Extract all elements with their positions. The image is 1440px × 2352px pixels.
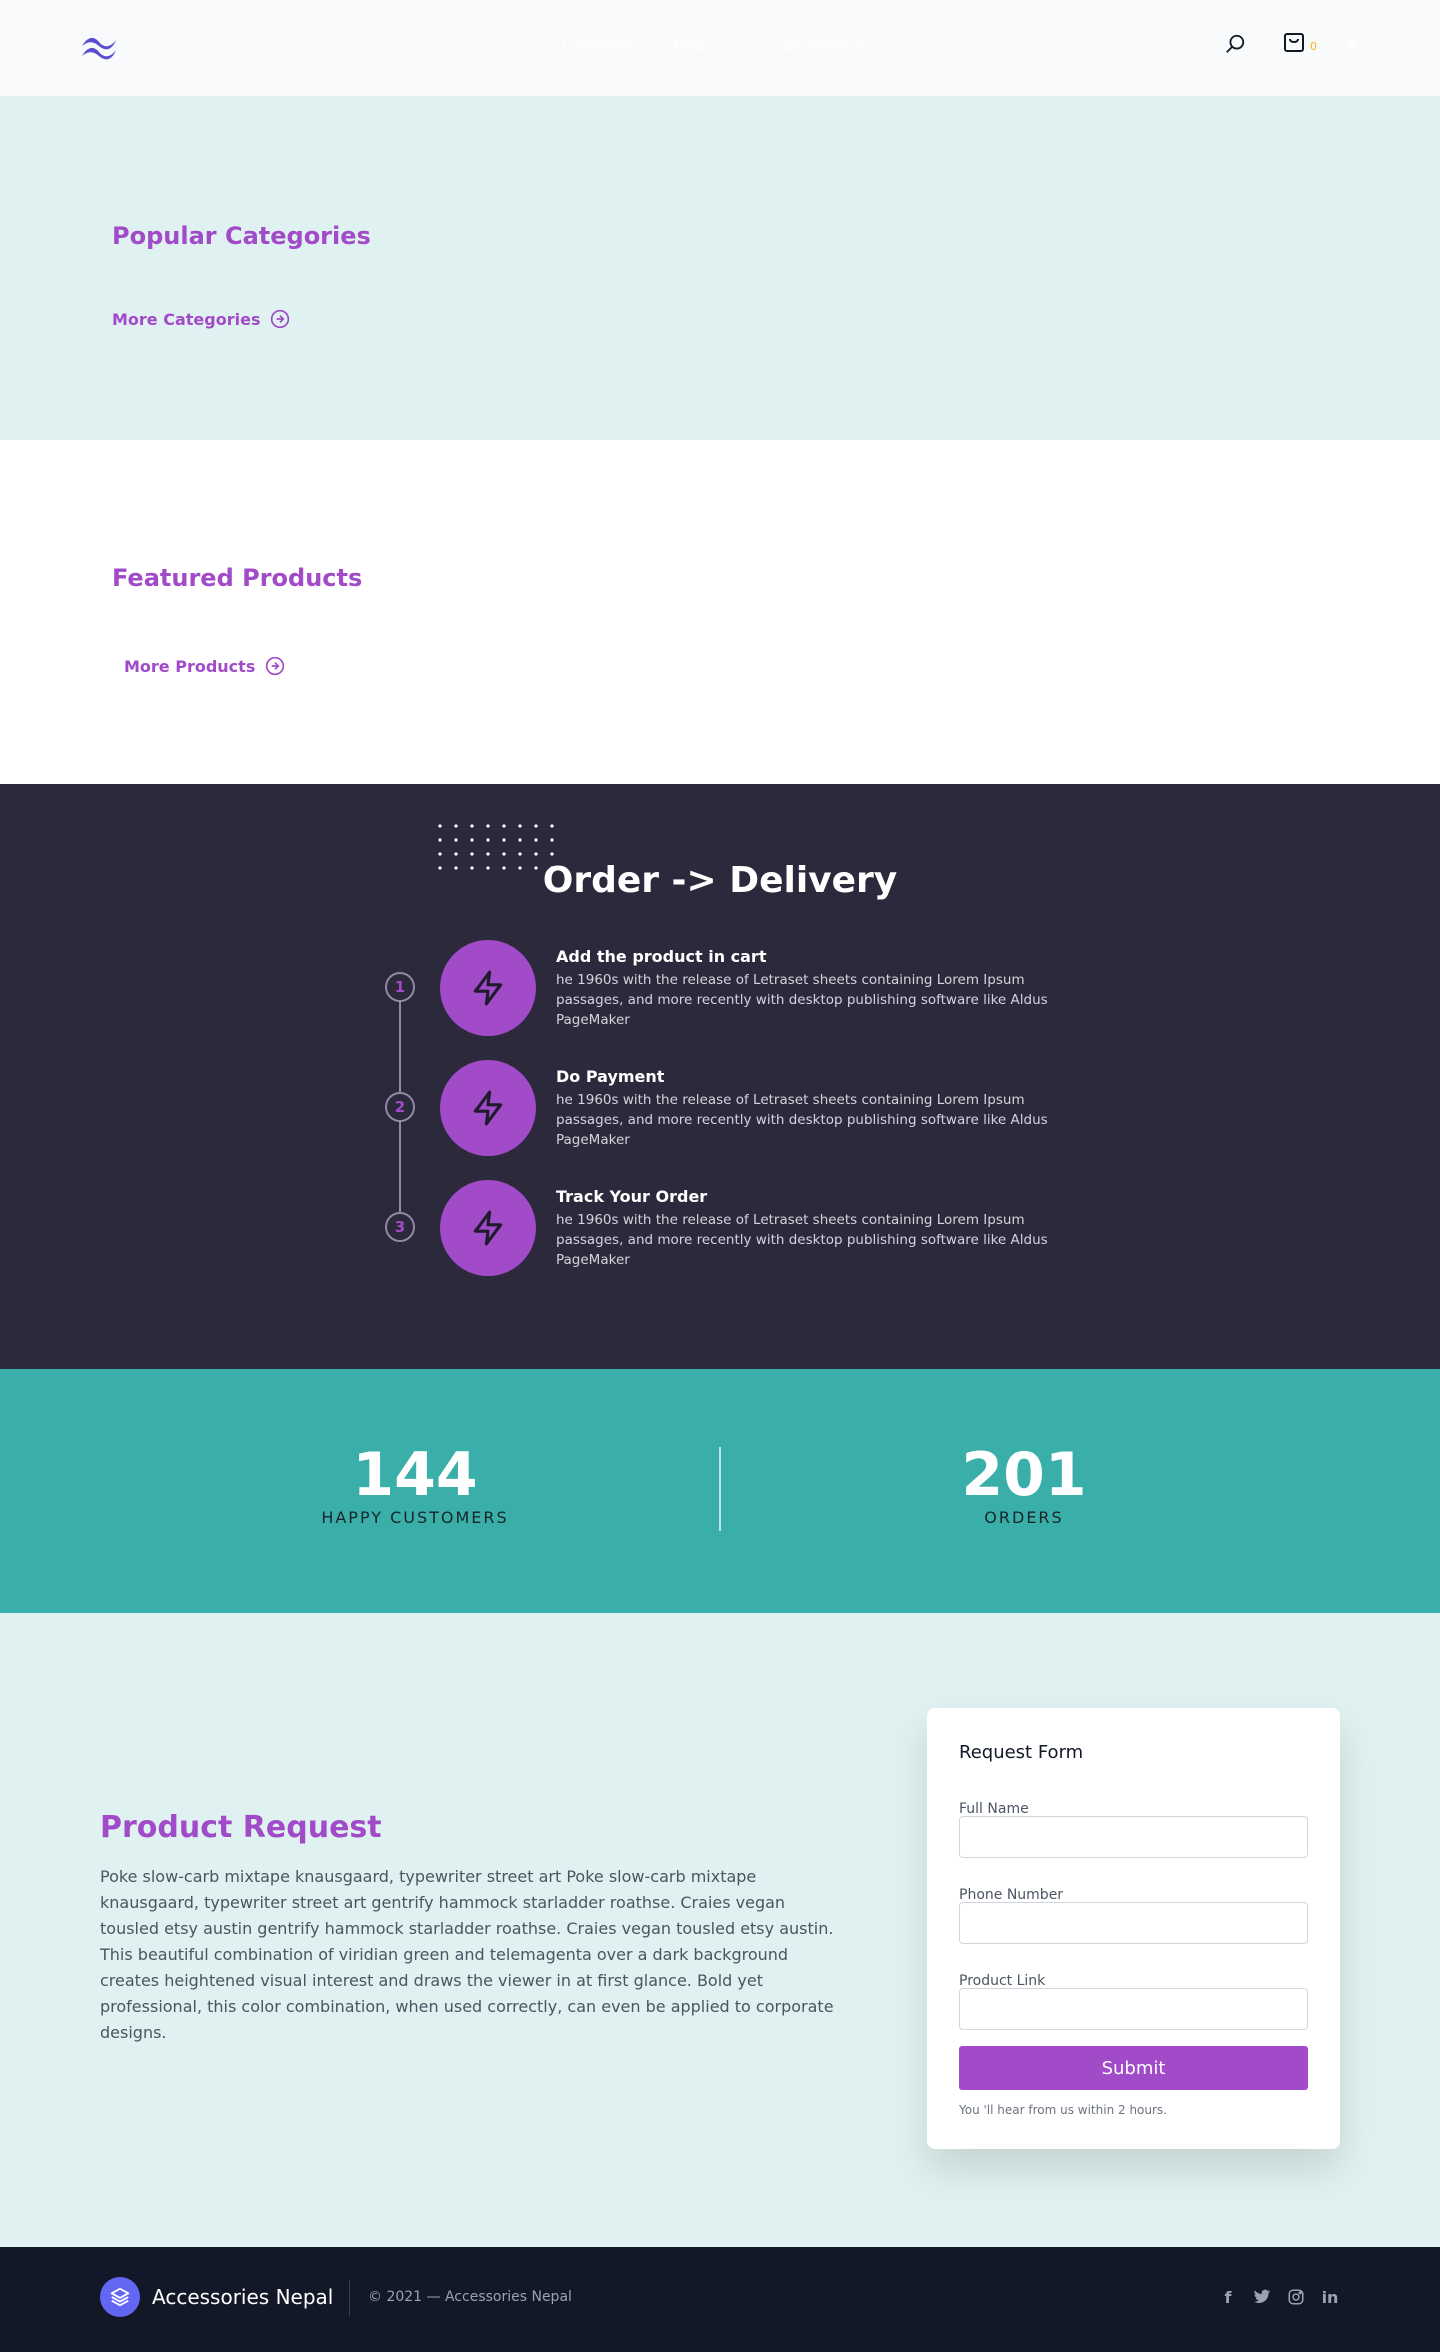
step-icon-circle xyxy=(440,1180,536,1276)
decorative-dot xyxy=(550,852,554,856)
decorative-dot xyxy=(518,852,522,856)
response-time-note: You 'll hear from us within 2 hours. xyxy=(959,2103,1167,2117)
full-name-label: Full Name xyxy=(959,1801,1029,1817)
decorative-dot xyxy=(486,824,490,828)
decorative-dot xyxy=(438,852,442,856)
decorative-dot xyxy=(502,852,506,856)
submit-button[interactable]: Submit xyxy=(959,2046,1308,2090)
orders-label: ORDERS xyxy=(984,1508,1064,1527)
step-number: 1 xyxy=(385,972,415,1002)
popular-categories-section: Popular Categories More Categories xyxy=(0,96,1440,440)
step-number: 2 xyxy=(385,1092,415,1122)
step-description: he 1960s with the release of Letraset sh… xyxy=(556,972,1048,1028)
decorative-dot xyxy=(534,852,538,856)
footer-brand-name: Accessories Nepal xyxy=(152,2285,334,2309)
step-title: Track Your Order xyxy=(556,1187,708,1206)
twitter-icon[interactable] xyxy=(1252,2287,1272,2307)
lightning-icon xyxy=(473,1090,503,1126)
happy-customers-count: 144 xyxy=(352,1440,478,1510)
nav-link-subcategories[interactable]: Subcategories xyxy=(770,38,870,54)
product-link-label: Product Link xyxy=(959,1973,1046,1989)
decorative-dot xyxy=(534,838,538,842)
request-form-title: Request Form xyxy=(959,1742,1084,1763)
happy-customers-label: HAPPY CUSTOMERS xyxy=(321,1508,509,1527)
more-categories-link[interactable]: More Categories xyxy=(112,309,290,329)
featured-products-title: Featured Products xyxy=(112,564,363,592)
more-products-label: More Products xyxy=(124,656,256,676)
instagram-icon[interactable] xyxy=(1286,2287,1306,2307)
step-description: he 1960s with the release of Letraset sh… xyxy=(556,1092,1048,1148)
cart-button[interactable]: 0 xyxy=(1282,30,1317,58)
search-icon[interactable] xyxy=(1224,33,1246,55)
featured-products-section: Featured Products More Products xyxy=(0,440,1440,784)
decorative-dot xyxy=(438,838,442,842)
request-form-card: Request Form Full Name Phone Number Prod… xyxy=(927,1708,1340,2149)
decorative-dot xyxy=(502,824,506,828)
brand-logo-icon[interactable] xyxy=(100,2277,140,2317)
product-link-input[interactable] xyxy=(959,1988,1308,2030)
social-links: f in xyxy=(1218,2287,1340,2307)
decorative-dot xyxy=(470,852,474,856)
layers-icon xyxy=(110,2287,130,2307)
arrow-circle-right-icon xyxy=(271,309,290,329)
nav-link-products[interactable]: Products xyxy=(673,38,733,54)
nav-actions: 0 ● xyxy=(1224,30,1360,58)
nav-links: Categories Products Subcategories xyxy=(562,38,870,54)
decorative-dot xyxy=(502,838,506,842)
shopping-bag-icon xyxy=(1284,33,1304,52)
footer-divider xyxy=(349,2280,350,2316)
decorative-dot xyxy=(454,838,458,842)
tailwind-logo-icon[interactable] xyxy=(78,34,120,62)
decorative-dot xyxy=(470,838,474,842)
lightning-icon xyxy=(473,970,503,1006)
full-name-input[interactable] xyxy=(959,1816,1308,1858)
lightning-icon xyxy=(473,1210,503,1246)
decorative-dot xyxy=(518,838,522,842)
decorative-dot xyxy=(550,824,554,828)
step-title: Add the product in cart xyxy=(556,947,767,966)
stats-divider xyxy=(719,1447,721,1531)
product-request-description: Poke slow-carb mixtape knausgaard, typew… xyxy=(100,1867,834,2042)
step-description: he 1960s with the release of Letraset sh… xyxy=(556,1212,1048,1268)
cart-count-badge: 0 xyxy=(1310,40,1317,53)
decorative-dot xyxy=(438,824,442,828)
product-request-title: Product Request xyxy=(100,1810,382,1845)
decorative-dot xyxy=(518,824,522,828)
more-categories-label: More Categories xyxy=(112,309,261,329)
popular-categories-title: Popular Categories xyxy=(112,222,371,250)
user-menu-icon[interactable]: ● xyxy=(1346,37,1360,51)
decorative-dot xyxy=(486,838,490,842)
order-delivery-title: Order -> Delivery xyxy=(542,860,898,901)
step-title: Do Payment xyxy=(556,1067,665,1086)
linkedin-icon[interactable]: in xyxy=(1320,2287,1340,2307)
decorative-dot xyxy=(470,824,474,828)
step-icon-circle xyxy=(440,940,536,1036)
step-icon-circle xyxy=(440,1060,536,1156)
facebook-icon[interactable]: f xyxy=(1218,2287,1238,2307)
step-number: 3 xyxy=(385,1212,415,1242)
decorative-dot xyxy=(486,852,490,856)
phone-number-input[interactable] xyxy=(959,1902,1308,1944)
top-navbar: Categories Products Subcategories 0 ● xyxy=(0,0,1440,96)
decorative-dot xyxy=(454,824,458,828)
phone-number-label: Phone Number xyxy=(959,1887,1064,1903)
nav-link-categories[interactable]: Categories xyxy=(562,38,637,54)
decorative-dot xyxy=(550,838,554,842)
decorative-dot xyxy=(534,824,538,828)
arrow-circle-right-icon xyxy=(266,656,285,676)
footer-copyright: © 2021 — Accessories Nepal xyxy=(368,2289,572,2305)
more-products-link[interactable]: More Products xyxy=(124,656,285,676)
orders-count: 201 xyxy=(961,1440,1087,1510)
decorative-dot xyxy=(454,852,458,856)
